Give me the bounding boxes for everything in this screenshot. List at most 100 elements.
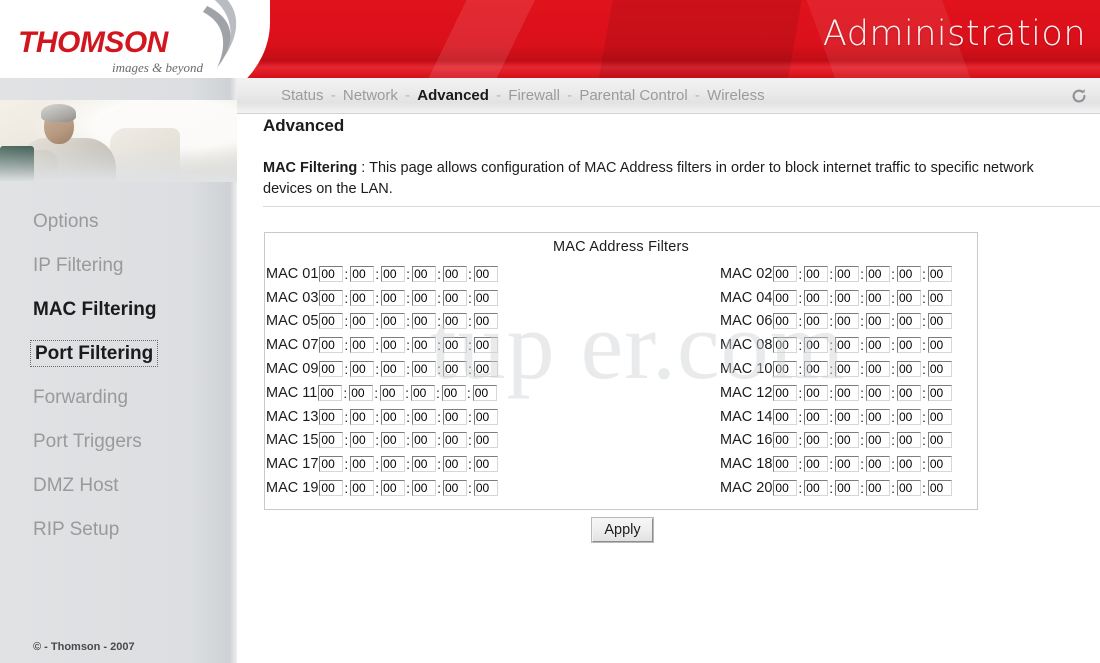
mac-octet-input[interactable] <box>804 408 829 425</box>
mac-octet-input[interactable] <box>381 313 406 330</box>
mac-octet-input[interactable] <box>381 289 406 306</box>
mac-octet-input[interactable] <box>773 384 798 401</box>
mac-octet-input[interactable] <box>473 289 498 306</box>
apply-button[interactable]: Apply <box>592 518 653 542</box>
mac-octet-input[interactable] <box>349 384 374 401</box>
mac-octet-input[interactable] <box>350 337 375 354</box>
sidebar-item-options[interactable]: Options <box>0 200 237 244</box>
mac-octet-input[interactable] <box>927 337 952 354</box>
mac-octet-input[interactable] <box>866 265 891 282</box>
mac-octet-input[interactable] <box>835 337 860 354</box>
mac-octet-input[interactable] <box>350 456 375 473</box>
mac-octet-input[interactable] <box>319 361 344 378</box>
nav-item-wireless[interactable]: Wireless <box>707 87 765 104</box>
mac-octet-input[interactable] <box>896 432 921 449</box>
mac-octet-input[interactable] <box>473 480 498 497</box>
mac-octet-input[interactable] <box>473 265 498 282</box>
nav-item-status[interactable]: Status <box>281 87 324 104</box>
mac-octet-input[interactable] <box>866 313 891 330</box>
mac-octet-input[interactable] <box>804 384 829 401</box>
mac-octet-input[interactable] <box>804 361 829 378</box>
mac-octet-input[interactable] <box>442 480 467 497</box>
mac-octet-input[interactable] <box>773 361 798 378</box>
mac-octet-input[interactable] <box>350 313 375 330</box>
mac-octet-input[interactable] <box>442 337 467 354</box>
mac-octet-input[interactable] <box>381 456 406 473</box>
mac-octet-input[interactable] <box>866 480 891 497</box>
mac-octet-input[interactable] <box>866 432 891 449</box>
mac-octet-input[interactable] <box>319 432 344 449</box>
mac-octet-input[interactable] <box>472 384 497 401</box>
mac-octet-input[interactable] <box>896 456 921 473</box>
nav-item-advanced[interactable]: Advanced <box>417 87 489 104</box>
mac-octet-input[interactable] <box>773 265 798 282</box>
mac-octet-input[interactable] <box>442 265 467 282</box>
mac-octet-input[interactable] <box>441 384 466 401</box>
mac-octet-input[interactable] <box>896 480 921 497</box>
mac-octet-input[interactable] <box>835 361 860 378</box>
mac-octet-input[interactable] <box>380 384 405 401</box>
mac-octet-input[interactable] <box>442 408 467 425</box>
mac-octet-input[interactable] <box>773 289 798 306</box>
nav-item-parental-control[interactable]: Parental Control <box>579 87 687 104</box>
mac-octet-input[interactable] <box>896 408 921 425</box>
mac-octet-input[interactable] <box>804 265 829 282</box>
mac-octet-input[interactable] <box>773 480 798 497</box>
mac-octet-input[interactable] <box>773 337 798 354</box>
mac-octet-input[interactable] <box>473 337 498 354</box>
mac-octet-input[interactable] <box>835 408 860 425</box>
mac-octet-input[interactable] <box>442 289 467 306</box>
sidebar-item-port-triggers[interactable]: Port Triggers <box>0 420 237 464</box>
mac-octet-input[interactable] <box>835 289 860 306</box>
mac-octet-input[interactable] <box>866 456 891 473</box>
mac-octet-input[interactable] <box>412 313 437 330</box>
mac-octet-input[interactable] <box>896 361 921 378</box>
mac-octet-input[interactable] <box>412 361 437 378</box>
mac-octet-input[interactable] <box>319 408 344 425</box>
mac-octet-input[interactable] <box>866 361 891 378</box>
mac-octet-input[interactable] <box>412 408 437 425</box>
refresh-icon[interactable] <box>1070 87 1088 105</box>
mac-octet-input[interactable] <box>866 408 891 425</box>
mac-octet-input[interactable] <box>350 408 375 425</box>
mac-octet-input[interactable] <box>473 408 498 425</box>
mac-octet-input[interactable] <box>319 456 344 473</box>
mac-octet-input[interactable] <box>381 265 406 282</box>
mac-octet-input[interactable] <box>835 480 860 497</box>
mac-octet-input[interactable] <box>442 456 467 473</box>
mac-octet-input[interactable] <box>381 480 406 497</box>
mac-octet-input[interactable] <box>773 408 798 425</box>
mac-octet-input[interactable] <box>927 408 952 425</box>
mac-octet-input[interactable] <box>927 480 952 497</box>
mac-octet-input[interactable] <box>473 361 498 378</box>
mac-octet-input[interactable] <box>319 265 344 282</box>
mac-octet-input[interactable] <box>896 337 921 354</box>
mac-octet-input[interactable] <box>866 289 891 306</box>
sidebar-item-dmz-host[interactable]: DMZ Host <box>0 464 237 508</box>
mac-octet-input[interactable] <box>773 313 798 330</box>
mac-octet-input[interactable] <box>412 480 437 497</box>
mac-octet-input[interactable] <box>412 289 437 306</box>
mac-octet-input[interactable] <box>835 456 860 473</box>
mac-octet-input[interactable] <box>473 456 498 473</box>
mac-octet-input[interactable] <box>835 384 860 401</box>
mac-octet-input[interactable] <box>319 289 344 306</box>
mac-octet-input[interactable] <box>927 265 952 282</box>
sidebar-item-mac-filtering[interactable]: MAC Filtering <box>0 288 237 332</box>
mac-octet-input[interactable] <box>412 432 437 449</box>
mac-octet-input[interactable] <box>927 361 952 378</box>
mac-octet-input[interactable] <box>381 361 406 378</box>
mac-octet-input[interactable] <box>473 313 498 330</box>
mac-octet-input[interactable] <box>927 289 952 306</box>
mac-octet-input[interactable] <box>927 432 952 449</box>
mac-octet-input[interactable] <box>804 480 829 497</box>
mac-octet-input[interactable] <box>896 265 921 282</box>
mac-octet-input[interactable] <box>350 265 375 282</box>
nav-item-firewall[interactable]: Firewall <box>508 87 560 104</box>
mac-octet-input[interactable] <box>318 384 343 401</box>
mac-octet-input[interactable] <box>804 456 829 473</box>
mac-octet-input[interactable] <box>804 289 829 306</box>
mac-octet-input[interactable] <box>896 289 921 306</box>
mac-octet-input[interactable] <box>319 337 344 354</box>
mac-octet-input[interactable] <box>804 432 829 449</box>
